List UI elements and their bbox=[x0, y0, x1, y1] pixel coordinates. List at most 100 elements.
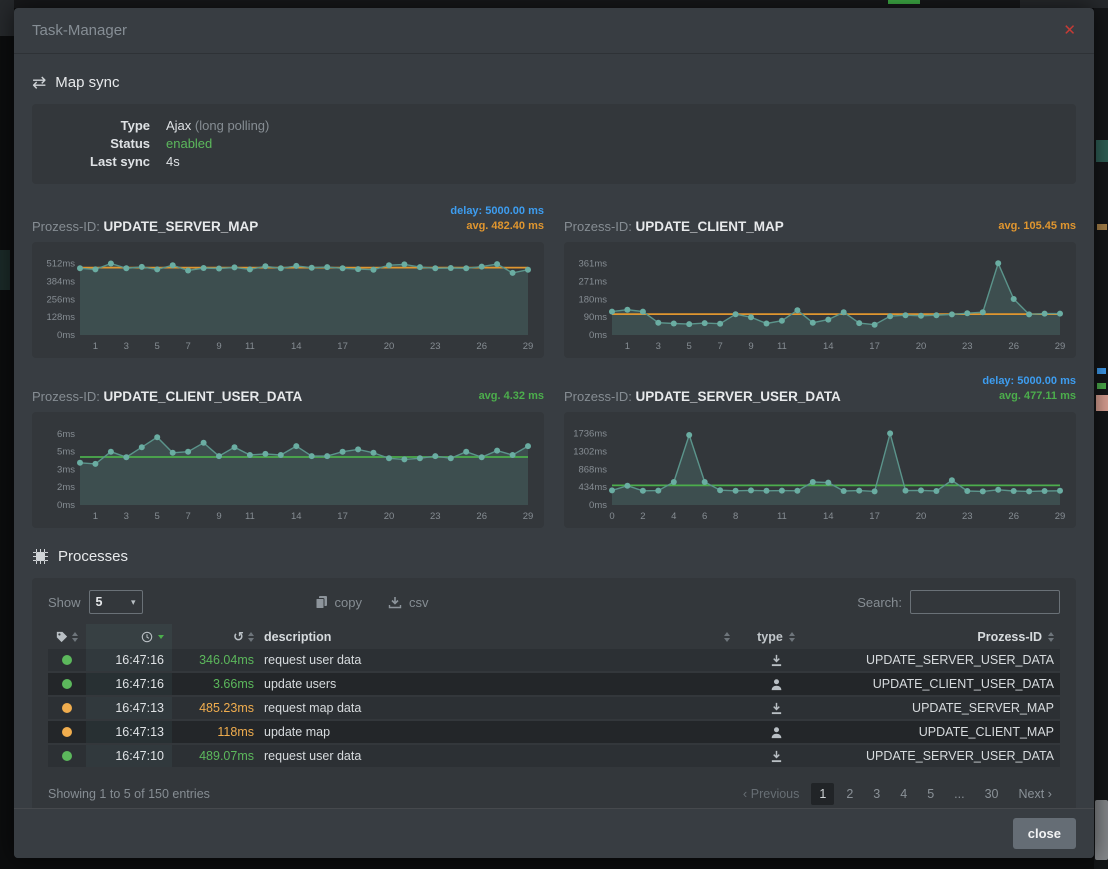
svg-text:90ms: 90ms bbox=[584, 312, 607, 323]
map-sync-title: Map sync bbox=[55, 74, 119, 91]
row-status-cell bbox=[48, 751, 86, 761]
status-dot bbox=[62, 727, 72, 737]
row-time: 16:47:16 bbox=[86, 673, 172, 695]
sort-toggle bbox=[724, 632, 730, 642]
table-header-row: ↺ description type Prozess-ID bbox=[48, 624, 1060, 649]
row-status-cell bbox=[48, 727, 86, 737]
duration-column-header[interactable]: ↺ bbox=[172, 624, 254, 649]
screen: Task-Manager ✕ ⇄ Map sync Type Ajax (lon… bbox=[0, 0, 1108, 869]
close-button[interactable]: close bbox=[1013, 818, 1076, 849]
chart-avg-label: avg. 4.32 ms bbox=[479, 389, 544, 404]
search-input[interactable] bbox=[910, 590, 1060, 614]
status-dot bbox=[62, 703, 72, 713]
page-button-30[interactable]: 30 bbox=[977, 783, 1007, 805]
row-type-cell bbox=[740, 721, 812, 743]
chart-block: Prozess-ID: UPDATE_SERVER_MAP delay: 500… bbox=[32, 202, 544, 358]
chart-process-id: UPDATE_SERVER_MAP bbox=[104, 219, 259, 234]
show-entries-value: 5 bbox=[96, 595, 103, 609]
svg-text:26: 26 bbox=[476, 511, 487, 522]
status-column-header[interactable] bbox=[48, 631, 86, 643]
type-header-label: type bbox=[757, 630, 783, 644]
close-icon[interactable]: ✕ bbox=[1063, 23, 1076, 38]
modal-title: Task-Manager bbox=[32, 22, 127, 39]
table-row[interactable]: 16:47:13 118ms update map UPDATE_CLIENT_… bbox=[48, 721, 1060, 745]
ellipsis-button: ... bbox=[946, 783, 972, 805]
page-button-1[interactable]: 1 bbox=[811, 783, 834, 805]
svg-text:384ms: 384ms bbox=[46, 276, 75, 287]
sync-arrows-icon: ⇄ bbox=[32, 74, 46, 91]
svg-text:20: 20 bbox=[384, 341, 395, 352]
chart-title: Prozess-ID: UPDATE_CLIENT_MAP bbox=[564, 219, 784, 234]
row-duration: 489.07ms bbox=[172, 745, 254, 767]
chart-process-id: UPDATE_CLIENT_USER_DATA bbox=[104, 389, 303, 404]
copy-button[interactable]: copy bbox=[315, 595, 362, 610]
description-header-label: description bbox=[264, 630, 331, 644]
download-icon bbox=[770, 750, 783, 763]
modal-header: Task-Manager ✕ bbox=[14, 8, 1094, 54]
csv-button[interactable]: csv bbox=[388, 595, 429, 610]
map-sync-heading: ⇄ Map sync bbox=[32, 74, 1076, 91]
svg-text:3: 3 bbox=[124, 341, 129, 352]
chart-block: Prozess-ID: UPDATE_SERVER_USER_DATA dela… bbox=[564, 372, 1076, 528]
copy-label: copy bbox=[335, 595, 362, 610]
chart-process-id: UPDATE_SERVER_USER_DATA bbox=[636, 389, 841, 404]
chart-stats: avg. 4.32 ms bbox=[479, 389, 544, 404]
svg-text:23: 23 bbox=[430, 341, 441, 352]
svg-text:8: 8 bbox=[733, 511, 738, 522]
user-icon bbox=[770, 726, 783, 739]
time-column-header[interactable] bbox=[86, 624, 172, 649]
clock-icon bbox=[141, 631, 153, 643]
row-prozess-id: UPDATE_CLIENT_USER_DATA bbox=[812, 673, 1060, 695]
svg-text:23: 23 bbox=[962, 511, 973, 522]
svg-text:868ms: 868ms bbox=[578, 464, 607, 475]
svg-text:20: 20 bbox=[916, 511, 927, 522]
description-column-header[interactable]: description bbox=[254, 624, 740, 649]
prozess-id-column-header[interactable]: Prozess-ID bbox=[812, 624, 1060, 649]
svg-text:256ms: 256ms bbox=[46, 294, 75, 305]
svg-text:361ms: 361ms bbox=[578, 259, 607, 270]
background-page-fragment bbox=[1097, 368, 1106, 374]
chart-title: Prozess-ID: UPDATE_CLIENT_USER_DATA bbox=[32, 389, 302, 404]
background-page-strip bbox=[1094, 8, 1108, 869]
row-status-cell bbox=[48, 703, 86, 713]
modal-footer: close bbox=[14, 808, 1094, 858]
svg-text:14: 14 bbox=[291, 341, 302, 352]
table-row[interactable]: 16:47:10 489.07ms request user data UPDA… bbox=[48, 745, 1060, 769]
show-entries-select[interactable]: 5 ▾ bbox=[89, 590, 143, 614]
table-row[interactable]: 16:47:13 485.23ms request map data UPDAT… bbox=[48, 697, 1060, 721]
show-entries-group: Show 5 ▾ bbox=[48, 590, 143, 614]
prev-button[interactable]: ‹ Previous bbox=[735, 782, 807, 805]
row-duration: 118ms bbox=[172, 721, 254, 743]
svg-text:7: 7 bbox=[185, 511, 190, 522]
table-row[interactable]: 16:47:16 3.66ms update users UPDATE_CLIE… bbox=[48, 673, 1060, 697]
svg-text:26: 26 bbox=[476, 341, 487, 352]
chart-header: Prozess-ID: UPDATE_SERVER_USER_DATA dela… bbox=[564, 372, 1076, 404]
line-chart: 1736ms1302ms868ms434ms0ms024681114172023… bbox=[572, 418, 1068, 522]
type-column-header[interactable]: type bbox=[740, 624, 812, 649]
background-top-bar bbox=[0, 0, 1108, 8]
sort-toggle bbox=[72, 632, 78, 642]
row-time: 16:47:10 bbox=[86, 745, 172, 767]
svg-text:9: 9 bbox=[748, 341, 753, 352]
chart-title-prefix: Prozess-ID: bbox=[564, 389, 636, 404]
next-button[interactable]: Next › bbox=[1010, 782, 1060, 805]
page-button-3[interactable]: 3 bbox=[865, 783, 888, 805]
table-row[interactable]: 16:47:16 346.04ms request user data UPDA… bbox=[48, 649, 1060, 673]
page-button-2[interactable]: 2 bbox=[838, 783, 861, 805]
svg-text:1: 1 bbox=[625, 341, 630, 352]
page-button-4[interactable]: 4 bbox=[892, 783, 915, 805]
processes-heading: Processes bbox=[32, 548, 1076, 565]
page-scrollbar[interactable] bbox=[1095, 800, 1108, 860]
chevron-down-icon: ▾ bbox=[131, 597, 136, 608]
row-description: request map data bbox=[254, 697, 740, 719]
entries-info: Showing 1 to 5 of 150 entries bbox=[48, 787, 210, 801]
search-label: Search: bbox=[857, 595, 902, 610]
background-page-fragment bbox=[0, 0, 14, 36]
export-buttons: copy csv bbox=[315, 595, 429, 610]
svg-text:434ms: 434ms bbox=[578, 482, 607, 493]
last-sync-label: Last sync bbox=[32, 153, 150, 171]
svg-text:128ms: 128ms bbox=[46, 312, 75, 323]
page-button-5[interactable]: 5 bbox=[919, 783, 942, 805]
svg-text:11: 11 bbox=[777, 511, 787, 522]
download-icon bbox=[770, 654, 783, 667]
